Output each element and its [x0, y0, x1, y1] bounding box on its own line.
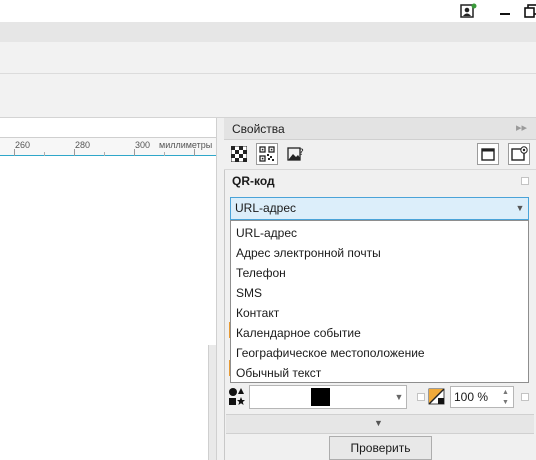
dropdown-option[interactable]: Обычный текст: [236, 366, 321, 380]
ruler-tick: [74, 149, 75, 156]
chevron-down-icon[interactable]: ▼: [392, 389, 406, 405]
ruler-unit: миллиметры: [159, 140, 213, 150]
frame-icon[interactable]: [477, 143, 499, 165]
docker-title: Свойства: [232, 122, 285, 136]
ruler-tick: [44, 152, 45, 156]
horizontal-ruler[interactable]: 260 280 300 миллиметры: [0, 137, 222, 156]
property-bar: [0, 74, 536, 118]
content-type-value: URL-адрес: [235, 201, 297, 215]
title-bar: [0, 0, 536, 22]
color-swatch: [311, 388, 330, 406]
qr-code-icon[interactable]: [256, 143, 278, 165]
user-badge-icon[interactable]: [458, 2, 480, 20]
chevron-down-icon[interactable]: ▼: [514, 201, 526, 215]
standard-toolbar: [0, 42, 536, 74]
chevron-up-icon[interactable]: ▲: [498, 387, 513, 397]
dropdown-option[interactable]: Телефон: [236, 266, 286, 280]
drawing-canvas[interactable]: [0, 157, 222, 460]
ruler-tick: [164, 152, 165, 156]
collapse-icon[interactable]: ▸▸: [516, 121, 532, 137]
menu-bar: [0, 22, 536, 42]
dropdown-option[interactable]: URL-адрес: [236, 226, 297, 240]
chevron-down-icon[interactable]: ▼: [498, 397, 513, 407]
frame-eye-icon[interactable]: [508, 143, 530, 165]
ruler-tick: [14, 149, 15, 156]
docker-tab-strip: ?: [224, 140, 536, 170]
section-title: QR-код: [232, 174, 275, 188]
transparency-checkbox[interactable]: [417, 393, 425, 401]
image-question-icon[interactable]: ?: [285, 143, 307, 165]
dropdown-option[interactable]: Контакт: [236, 306, 279, 320]
dropdown-option[interactable]: SMS: [236, 286, 262, 300]
transparency-icon: [428, 387, 446, 407]
verify-button[interactable]: Проверить: [329, 436, 432, 460]
transparency-value: 100 %: [454, 390, 489, 404]
fill-row-checkbox[interactable]: [521, 393, 529, 401]
checker-pattern-icon[interactable]: [228, 143, 250, 165]
dropdown-option[interactable]: Адрес электронной почты: [236, 246, 381, 260]
shape-fill-icon: [228, 387, 246, 407]
transparency-stepper[interactable]: ▲ ▼: [498, 387, 513, 407]
content-type-dropdown: URL-адрес Адрес электронной почты Телефо…: [230, 220, 529, 383]
ruler-label: 260: [15, 140, 31, 150]
vertical-scrollbar[interactable]: [208, 345, 216, 460]
ruler-tick: [104, 152, 105, 156]
dropdown-option[interactable]: Календарное событие: [236, 326, 361, 340]
ruler-label: 280: [75, 140, 91, 150]
ruler-tick: [194, 149, 195, 156]
svg-text:?: ?: [299, 148, 304, 158]
section-checkbox[interactable]: [521, 177, 529, 185]
dropdown-option[interactable]: Географическое местоположение: [236, 346, 425, 360]
chevron-down-icon[interactable]: ▼: [374, 418, 383, 428]
ruler-label: 300: [135, 140, 151, 150]
panel-splitter[interactable]: [216, 118, 224, 460]
ruler-tick: [134, 149, 135, 156]
minimize-icon[interactable]: [494, 2, 516, 20]
restore-icon[interactable]: [520, 2, 536, 20]
